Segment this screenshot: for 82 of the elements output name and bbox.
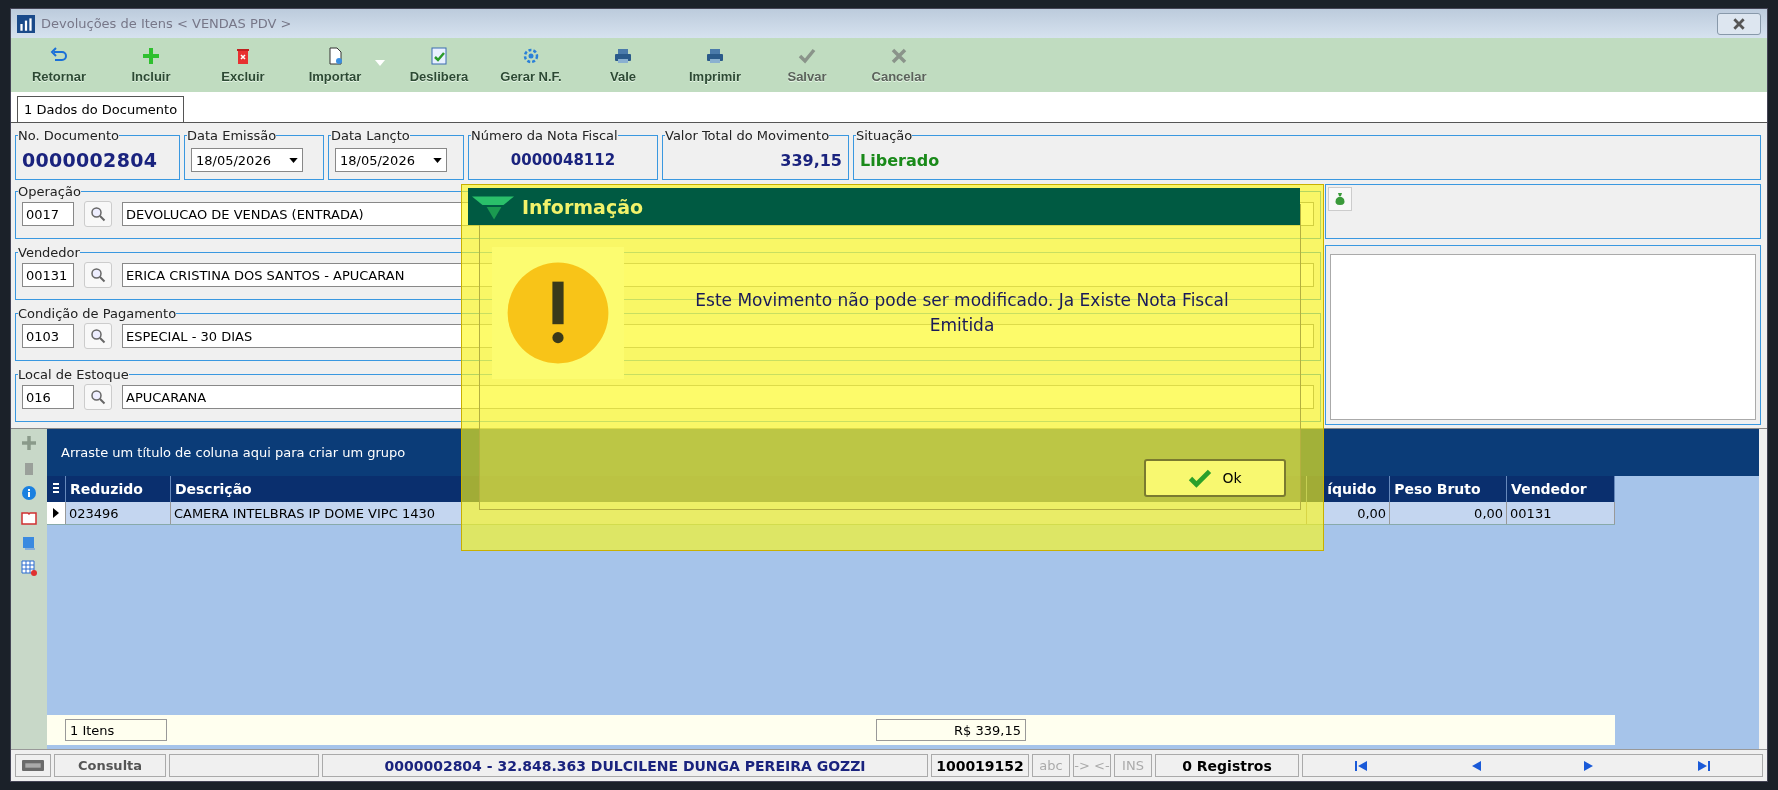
dialog-title: Informação	[522, 195, 644, 218]
field-label: Vendedor	[18, 245, 80, 260]
tab[interactable]: 1 Dados do Documento	[17, 96, 185, 122]
gear-icon	[521, 46, 541, 66]
toolbar-button[interactable]: Importar	[289, 40, 381, 90]
toolbar-button[interactable]: Vale	[577, 40, 669, 90]
chart-icon	[17, 14, 35, 33]
plus-icon	[141, 46, 161, 66]
previous-icon	[1470, 760, 1481, 771]
field-label: Condição de Pagamento	[18, 306, 177, 321]
toolbar-button[interactable]: Incluir	[105, 40, 197, 90]
table-cell: CAMERA INTELBRAS IP DOME VIPC 1430	[170, 502, 1308, 524]
toolbar-button[interactable]: Retornar	[13, 40, 105, 90]
status-code: 100019152	[931, 754, 1029, 777]
skip-first-icon	[1354, 760, 1367, 771]
table-icon[interactable]	[21, 560, 37, 576]
field-label: Número da Nota Fiscal	[471, 128, 618, 143]
document-check-icon	[429, 46, 449, 66]
search-button[interactable]	[84, 384, 112, 410]
field-value: 0000048112	[509, 151, 617, 169]
code-field[interactable]: 0017	[22, 202, 74, 226]
description-field[interactable]: APUCARANA	[122, 385, 1314, 409]
checkmark-icon	[1188, 468, 1213, 488]
document-icon[interactable]	[21, 535, 37, 551]
cross-icon	[889, 46, 909, 66]
item-count: 1 Itens	[65, 719, 167, 741]
toolbar-button[interactable]: Gerar N.F.	[485, 40, 577, 90]
search-icon	[90, 389, 106, 405]
code-field[interactable]: 016	[22, 385, 74, 409]
dropdown-caret-icon	[289, 157, 298, 163]
printer-icon	[613, 46, 633, 66]
field-label: Operação	[18, 184, 81, 199]
checkmark-icon	[797, 46, 817, 66]
code-field[interactable]: 0103	[22, 324, 74, 348]
window-title: Devoluções de Itens < VENDAS PDV >	[41, 16, 292, 31]
status-indicator: -> <-	[1073, 754, 1111, 777]
record-count: 0 Registros	[1155, 754, 1299, 777]
total-amount: R$ 339,15	[876, 719, 1026, 741]
date-field[interactable]: 18/05/2026	[335, 148, 447, 172]
ok-button[interactable]: Ok	[1144, 459, 1286, 497]
money-bag-button[interactable]	[1328, 187, 1352, 211]
status-indicator: INS	[1114, 754, 1152, 777]
toolbar-button[interactable]: Deslibera	[393, 40, 485, 90]
date-field[interactable]: 18/05/2026	[191, 148, 303, 172]
field-label: No. Documento	[18, 128, 120, 143]
field-label: Data Emissão	[187, 128, 277, 143]
search-button[interactable]	[84, 262, 112, 288]
table-cell: 023496	[66, 502, 171, 524]
toolbar-button[interactable]: Imprimir	[669, 40, 761, 90]
field-value: Liberado	[860, 150, 940, 170]
keyboard-icon	[22, 760, 44, 771]
table-cell: 00131	[1507, 502, 1615, 524]
row-pointer-icon	[53, 508, 59, 518]
next-icon	[1584, 760, 1595, 771]
info-icon[interactable]	[21, 485, 37, 501]
field-label: Valor Total do Movimento	[665, 128, 830, 143]
field-label: Local de Estoque	[18, 367, 129, 382]
grid-row[interactable]: 023496 CAMERA INTELBRAS IP DOME VIPC 1430 0,00 0,00 00131	[47, 502, 1615, 525]
code-field[interactable]: 00131	[22, 263, 74, 287]
search-button[interactable]	[84, 323, 112, 349]
field-value: 339,15	[779, 150, 842, 170]
table-cell: 0,00	[1307, 502, 1391, 524]
search-icon	[90, 267, 106, 283]
status-indicator: abc	[1032, 754, 1070, 777]
search-icon	[90, 328, 106, 344]
printer-icon	[705, 46, 725, 66]
caret-icon	[375, 60, 385, 66]
group-hint-text: Arraste um título de coluna aqui para criar um grupo	[61, 445, 406, 460]
status-mode: Consulta	[54, 754, 166, 777]
field-label: Situação	[856, 128, 913, 143]
table-cell: 0,00	[1390, 502, 1508, 524]
field-value: 0000002804	[22, 149, 158, 171]
toolbar-button[interactable]: Excluir	[197, 40, 289, 90]
close-button[interactable]	[1717, 12, 1761, 35]
search-button[interactable]	[84, 201, 112, 227]
book-icon[interactable]	[21, 510, 37, 526]
status-record: 0000002804 - 32.848.363 DULCILENE DUNGA PEREIRA GOZZI	[322, 754, 928, 777]
field-label: Data Lançto	[331, 128, 410, 143]
skip-last-icon	[1698, 760, 1711, 771]
close-icon	[1732, 16, 1746, 31]
search-icon	[90, 206, 106, 222]
dropdown-caret-icon	[433, 157, 442, 163]
